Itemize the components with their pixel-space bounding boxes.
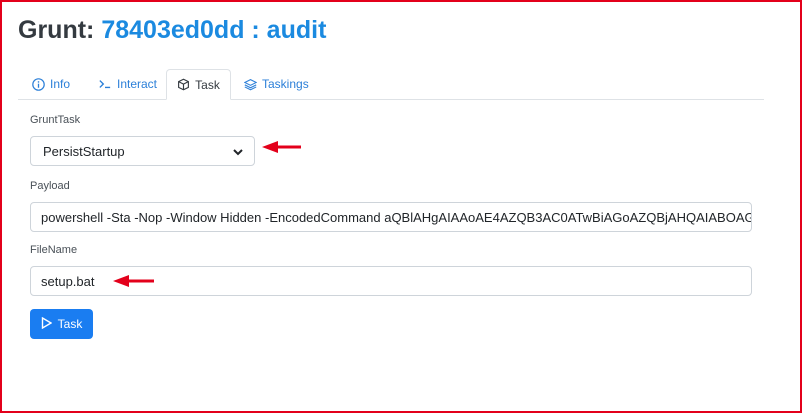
task-button[interactable]: Task xyxy=(30,309,93,339)
grunttask-selected-value: PersistStartup xyxy=(43,143,125,159)
info-circle-icon xyxy=(32,77,45,91)
tab-task-label: Task xyxy=(195,77,220,92)
annotation-arrow-icon xyxy=(113,275,154,287)
screenshot-frame: Grunt: 78403ed0dd : audit Info Interact … xyxy=(0,0,802,413)
terminal-icon xyxy=(98,78,112,90)
grunt-name: 78403ed0dd : audit xyxy=(101,16,327,44)
tab-bar: Info Interact Task Taskings xyxy=(18,69,764,100)
tab-info-label: Info xyxy=(50,77,71,91)
box-icon xyxy=(177,78,190,91)
chevron-down-icon xyxy=(232,146,244,161)
page-title: Grunt: 78403ed0dd : audit xyxy=(18,16,326,45)
tab-interact[interactable]: Interact xyxy=(98,69,168,99)
filename-label: FileName xyxy=(30,244,78,256)
task-button-label: Task xyxy=(57,317,83,331)
grunttask-select[interactable]: PersistStartup xyxy=(30,136,255,166)
annotation-arrow-icon xyxy=(262,141,301,153)
grunttask-label: GruntTask xyxy=(30,114,81,126)
tab-task[interactable]: Task xyxy=(166,69,231,100)
tab-interact-label: Interact xyxy=(117,77,158,91)
payload-label: Payload xyxy=(30,180,70,192)
play-icon xyxy=(41,316,53,332)
tab-taskings[interactable]: Taskings xyxy=(244,69,314,99)
filename-value: setup.bat xyxy=(41,273,95,289)
title-prefix: Grunt: xyxy=(18,16,102,44)
tab-taskings-label: Taskings xyxy=(262,77,309,91)
tab-info[interactable]: Info xyxy=(32,69,82,99)
layers-icon xyxy=(244,78,257,91)
payload-input[interactable]: powershell -Sta -Nop -Window Hidden -Enc… xyxy=(30,202,752,232)
